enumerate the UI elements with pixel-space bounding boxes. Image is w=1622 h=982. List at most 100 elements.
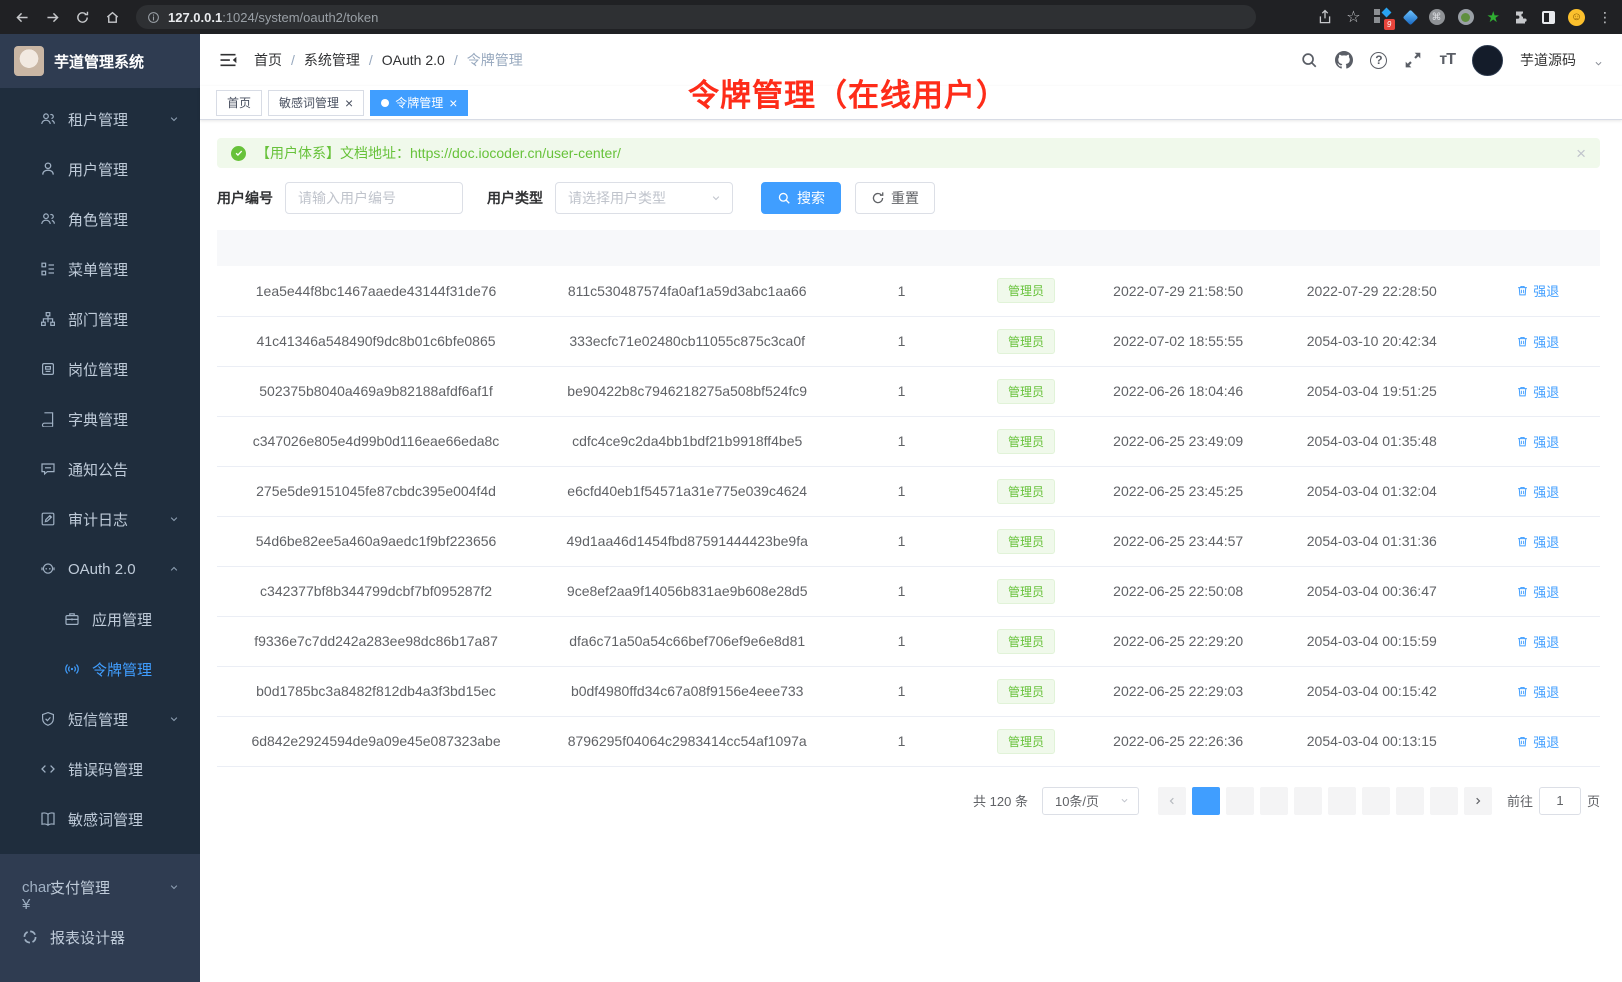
username[interactable]: 芋道源码 — [1520, 50, 1576, 70]
force-logout-button[interactable]: 强退 — [1516, 532, 1559, 551]
tab[interactable]: 敏感词管理 × — [268, 90, 364, 116]
chevron-icon — [168, 513, 180, 525]
forward-icon[interactable] — [40, 5, 64, 29]
search-button[interactable]: 搜索 — [761, 182, 841, 214]
extension-grid-icon[interactable]: 9 — [1374, 8, 1392, 26]
tab-close-icon[interactable]: × — [449, 96, 457, 110]
doc-link[interactable]: https://doc.iocoder.cn/user-center/ — [410, 145, 621, 161]
alert-close-icon[interactable]: × — [1576, 145, 1586, 162]
user-id-input[interactable] — [285, 182, 463, 214]
page-button[interactable] — [1260, 787, 1288, 815]
page-button[interactable] — [1430, 787, 1458, 815]
gray-extension-icon[interactable]: ⌘ — [1429, 9, 1445, 25]
page-button[interactable] — [1396, 787, 1424, 815]
force-logout-button[interactable]: 强退 — [1516, 582, 1559, 601]
sidebar-item[interactable]: 错误码管理 — [0, 744, 200, 794]
refresh-token-cell: 811c530487574fa0af1a59d3abc1aa66 — [535, 266, 839, 316]
trash-icon — [1516, 635, 1529, 648]
sidebar-item[interactable]: 角色管理 — [0, 194, 200, 244]
sidebar-item[interactable]: 岗位管理 — [0, 344, 200, 394]
sidebar-item[interactable]: 字典管理 — [0, 394, 200, 444]
page-button[interactable] — [1294, 787, 1322, 815]
force-logout-button[interactable]: 强退 — [1516, 682, 1559, 701]
force-logout-button[interactable]: 强退 — [1516, 632, 1559, 651]
bookmark-star-icon[interactable]: ☆ — [1346, 7, 1360, 27]
fullscreen-icon[interactable] — [1404, 51, 1422, 69]
user-id-label: 用户编号 — [217, 188, 273, 208]
help-icon[interactable]: ? — [1370, 52, 1387, 69]
browser-menu-icon[interactable]: ⋮ — [1598, 10, 1612, 24]
force-logout-button[interactable]: 强退 — [1516, 382, 1559, 401]
breadcrumb-item[interactable]: / 系统管理 — [282, 50, 360, 70]
column-header — [964, 230, 1088, 266]
sidebar-item[interactable]: 菜单管理 — [0, 244, 200, 294]
sidebar-item[interactable]: 审计日志 — [0, 494, 200, 544]
access-token-cell: f9336e7c7dd242a283ee98dc86b17a87 — [217, 616, 535, 666]
trash-icon — [1516, 585, 1529, 598]
page-button[interactable] — [1192, 787, 1220, 815]
home-icon[interactable] — [100, 5, 124, 29]
sidebar-item[interactable]: 短信管理 — [0, 694, 200, 744]
force-logout-button[interactable]: 强退 — [1516, 332, 1559, 351]
app-logo[interactable]: 芋道管理系统 — [0, 34, 200, 88]
tab-close-icon[interactable]: × — [345, 96, 353, 110]
font-size-icon[interactable]: тT — [1439, 51, 1455, 69]
profile-emoji-icon[interactable]: ☺ — [1568, 9, 1585, 26]
sidebar-item[interactable]: 令牌管理 — [0, 644, 200, 694]
goto-page-input[interactable] — [1539, 787, 1581, 815]
user-avatar[interactable] — [1472, 45, 1503, 76]
trash-icon — [1516, 385, 1529, 398]
active-dot — [381, 99, 389, 107]
user-type-select[interactable]: 请选择用户类型 — [555, 182, 733, 214]
sidebar-item[interactable]: 应用管理 — [0, 594, 200, 644]
page-button[interactable] — [1362, 787, 1390, 815]
share-icon[interactable] — [1317, 9, 1333, 25]
breadcrumb: / 首页 / 系统管理 / OAuth 2.0 / 令牌管理 — [254, 50, 523, 70]
address-bar[interactable]: 127.0.0.1:1024/system/oauth2/token — [136, 5, 1256, 29]
user-id-cell: 1 — [839, 366, 963, 416]
expire-time-cell: 2054-03-04 01:35:48 — [1268, 416, 1475, 466]
reload-icon[interactable] — [70, 5, 94, 29]
breadcrumb-item[interactable]: / OAuth 2.0 — [360, 52, 445, 68]
sidebar-collapse-icon[interactable] — [218, 50, 238, 70]
search-icon[interactable] — [1300, 51, 1318, 69]
created-time-cell: 2022-06-25 22:29:20 — [1088, 616, 1268, 666]
prev-page-button[interactable] — [1158, 787, 1186, 815]
user-menu-caret-icon[interactable] — [1593, 58, 1604, 69]
chevron-icon — [168, 713, 180, 725]
tab-split-icon[interactable] — [1542, 11, 1555, 24]
tab[interactable]: 首页 × — [216, 90, 262, 116]
page-button[interactable] — [1328, 787, 1356, 815]
sidebar-item[interactable]: 敏感词管理 — [0, 794, 200, 844]
page-size-select[interactable]: 10条/页 — [1042, 787, 1139, 815]
menu-icon — [40, 261, 56, 277]
site-info-icon[interactable] — [147, 11, 160, 24]
green-extension-icon[interactable] — [1458, 9, 1474, 25]
tab[interactable]: 令牌管理 × — [370, 90, 468, 116]
created-time-cell: 2022-06-25 23:44:57 — [1088, 516, 1268, 566]
sidebar-item[interactable]: 用户管理 — [0, 144, 200, 194]
star-extension-icon[interactable]: ★ — [1487, 8, 1500, 26]
github-icon[interactable] — [1335, 51, 1353, 69]
force-logout-button[interactable]: 强退 — [1516, 482, 1559, 501]
sidebar-item[interactable]: 部门管理 — [0, 294, 200, 344]
breadcrumb-item[interactable]: / 首页 — [254, 50, 282, 70]
reset-button[interactable]: 重置 — [855, 182, 935, 214]
back-icon[interactable] — [10, 5, 34, 29]
refresh-icon — [871, 191, 885, 205]
force-logout-button[interactable]: 强退 — [1516, 732, 1559, 751]
force-logout-button[interactable]: 强退 — [1516, 281, 1559, 300]
next-page-button[interactable] — [1464, 787, 1492, 815]
sidebar-item[interactable]: 通知公告 — [0, 444, 200, 494]
gem-extension-icon[interactable] — [1402, 9, 1418, 25]
force-logout-button[interactable]: 强退 — [1516, 432, 1559, 451]
filter-form: 用户编号 用户类型 请选择用户类型 搜索 重置 — [217, 182, 1600, 214]
expire-time-cell: 2022-07-29 22:28:50 — [1268, 266, 1475, 316]
sidebar-item[interactable]: 报表设计器 — [0, 912, 200, 962]
breadcrumb-item[interactable]: / 令牌管理 — [445, 50, 523, 70]
sidebar-item[interactable]: 租户管理 — [0, 94, 200, 144]
page-button[interactable] — [1226, 787, 1254, 815]
sidebar-item[interactable]: char:¥ 支付管理 — [0, 862, 200, 912]
sidebar-item[interactable]: OAuth 2.0 — [0, 544, 200, 594]
extensions-puzzle-icon[interactable] — [1513, 9, 1529, 25]
